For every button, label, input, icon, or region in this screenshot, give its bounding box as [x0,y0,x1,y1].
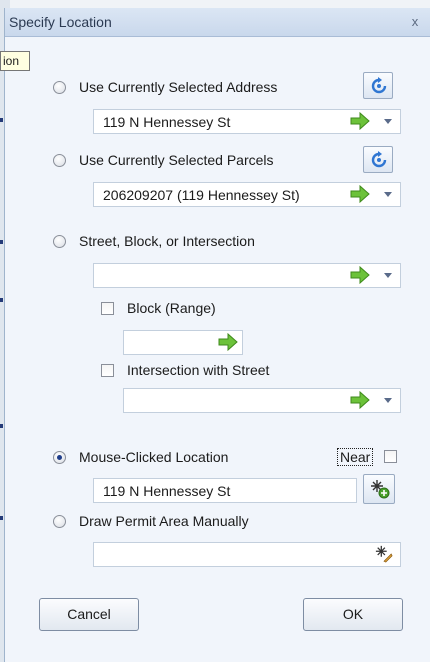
parcels-radio[interactable] [53,154,66,167]
map-click-icon [371,480,390,499]
background-mark [0,516,3,520]
mouse-clicked-value: 119 N Hennessey St [103,483,231,499]
intersection-combo[interactable] [123,388,401,413]
street-radio[interactable] [53,235,66,248]
near-checkbox[interactable] [384,450,397,463]
draw-area-icon[interactable] [374,545,394,563]
mouse-clicked-radio[interactable] [53,451,66,464]
draw-permit-radio[interactable] [53,515,66,528]
address-radio[interactable] [53,81,66,94]
background-mark [0,118,3,122]
dropdown-arrow-icon[interactable] [384,119,392,124]
dropdown-arrow-icon[interactable] [384,273,392,278]
mouse-clicked-label: Mouse-Clicked Location [79,449,229,465]
close-icon[interactable]: x [405,12,425,32]
refresh-parcels-button[interactable] [363,146,393,173]
title-bar: Specify Location x [5,8,430,37]
draw-permit-input[interactable] [93,542,401,567]
intersection-label: Intersection with Street [127,362,270,378]
go-arrow-icon[interactable] [218,333,238,351]
map-click-button[interactable] [363,474,395,504]
draw-permit-label: Draw Permit Area Manually [79,513,249,529]
dropdown-arrow-icon[interactable] [384,398,392,403]
block-range-label: Block (Range) [127,300,216,316]
parcels-combo[interactable]: 206209207 (119 Hennessey St) [93,182,401,207]
street-radio-label: Street, Block, or Intersection [79,233,255,249]
address-radio-label: Use Currently Selected Address [79,79,278,95]
address-combo[interactable]: 119 N Hennessey St [93,109,401,134]
parcels-value: 206209207 (119 Hennessey St) [103,187,300,203]
parcels-radio-label: Use Currently Selected Parcels [79,152,274,168]
go-arrow-icon[interactable] [350,391,370,409]
background-tooltip: ion [0,51,30,71]
go-arrow-icon[interactable] [350,112,370,130]
mouse-clicked-input[interactable]: 119 N Hennessey St [93,478,357,503]
background-mark [0,298,3,302]
refresh-address-button[interactable] [363,72,393,99]
near-label: Near [337,448,374,466]
block-range-checkbox[interactable] [101,302,114,315]
street-combo[interactable] [93,263,401,288]
intersection-checkbox[interactable] [101,364,114,377]
specify-location-dialog: Specify Location x Use Currently Selecte… [4,8,430,662]
address-value: 119 N Hennessey St [103,114,231,130]
dialog-title: Specify Location [9,14,112,30]
dropdown-arrow-icon[interactable] [384,192,392,197]
background-mark [0,240,3,244]
go-arrow-icon[interactable] [350,266,370,284]
refresh-icon [371,77,387,94]
ok-button[interactable]: OK [303,598,403,631]
block-range-input[interactable] [123,330,243,355]
go-arrow-icon[interactable] [350,185,370,203]
background-mark [0,424,3,428]
cancel-button[interactable]: Cancel [39,598,139,631]
refresh-icon [371,151,387,168]
